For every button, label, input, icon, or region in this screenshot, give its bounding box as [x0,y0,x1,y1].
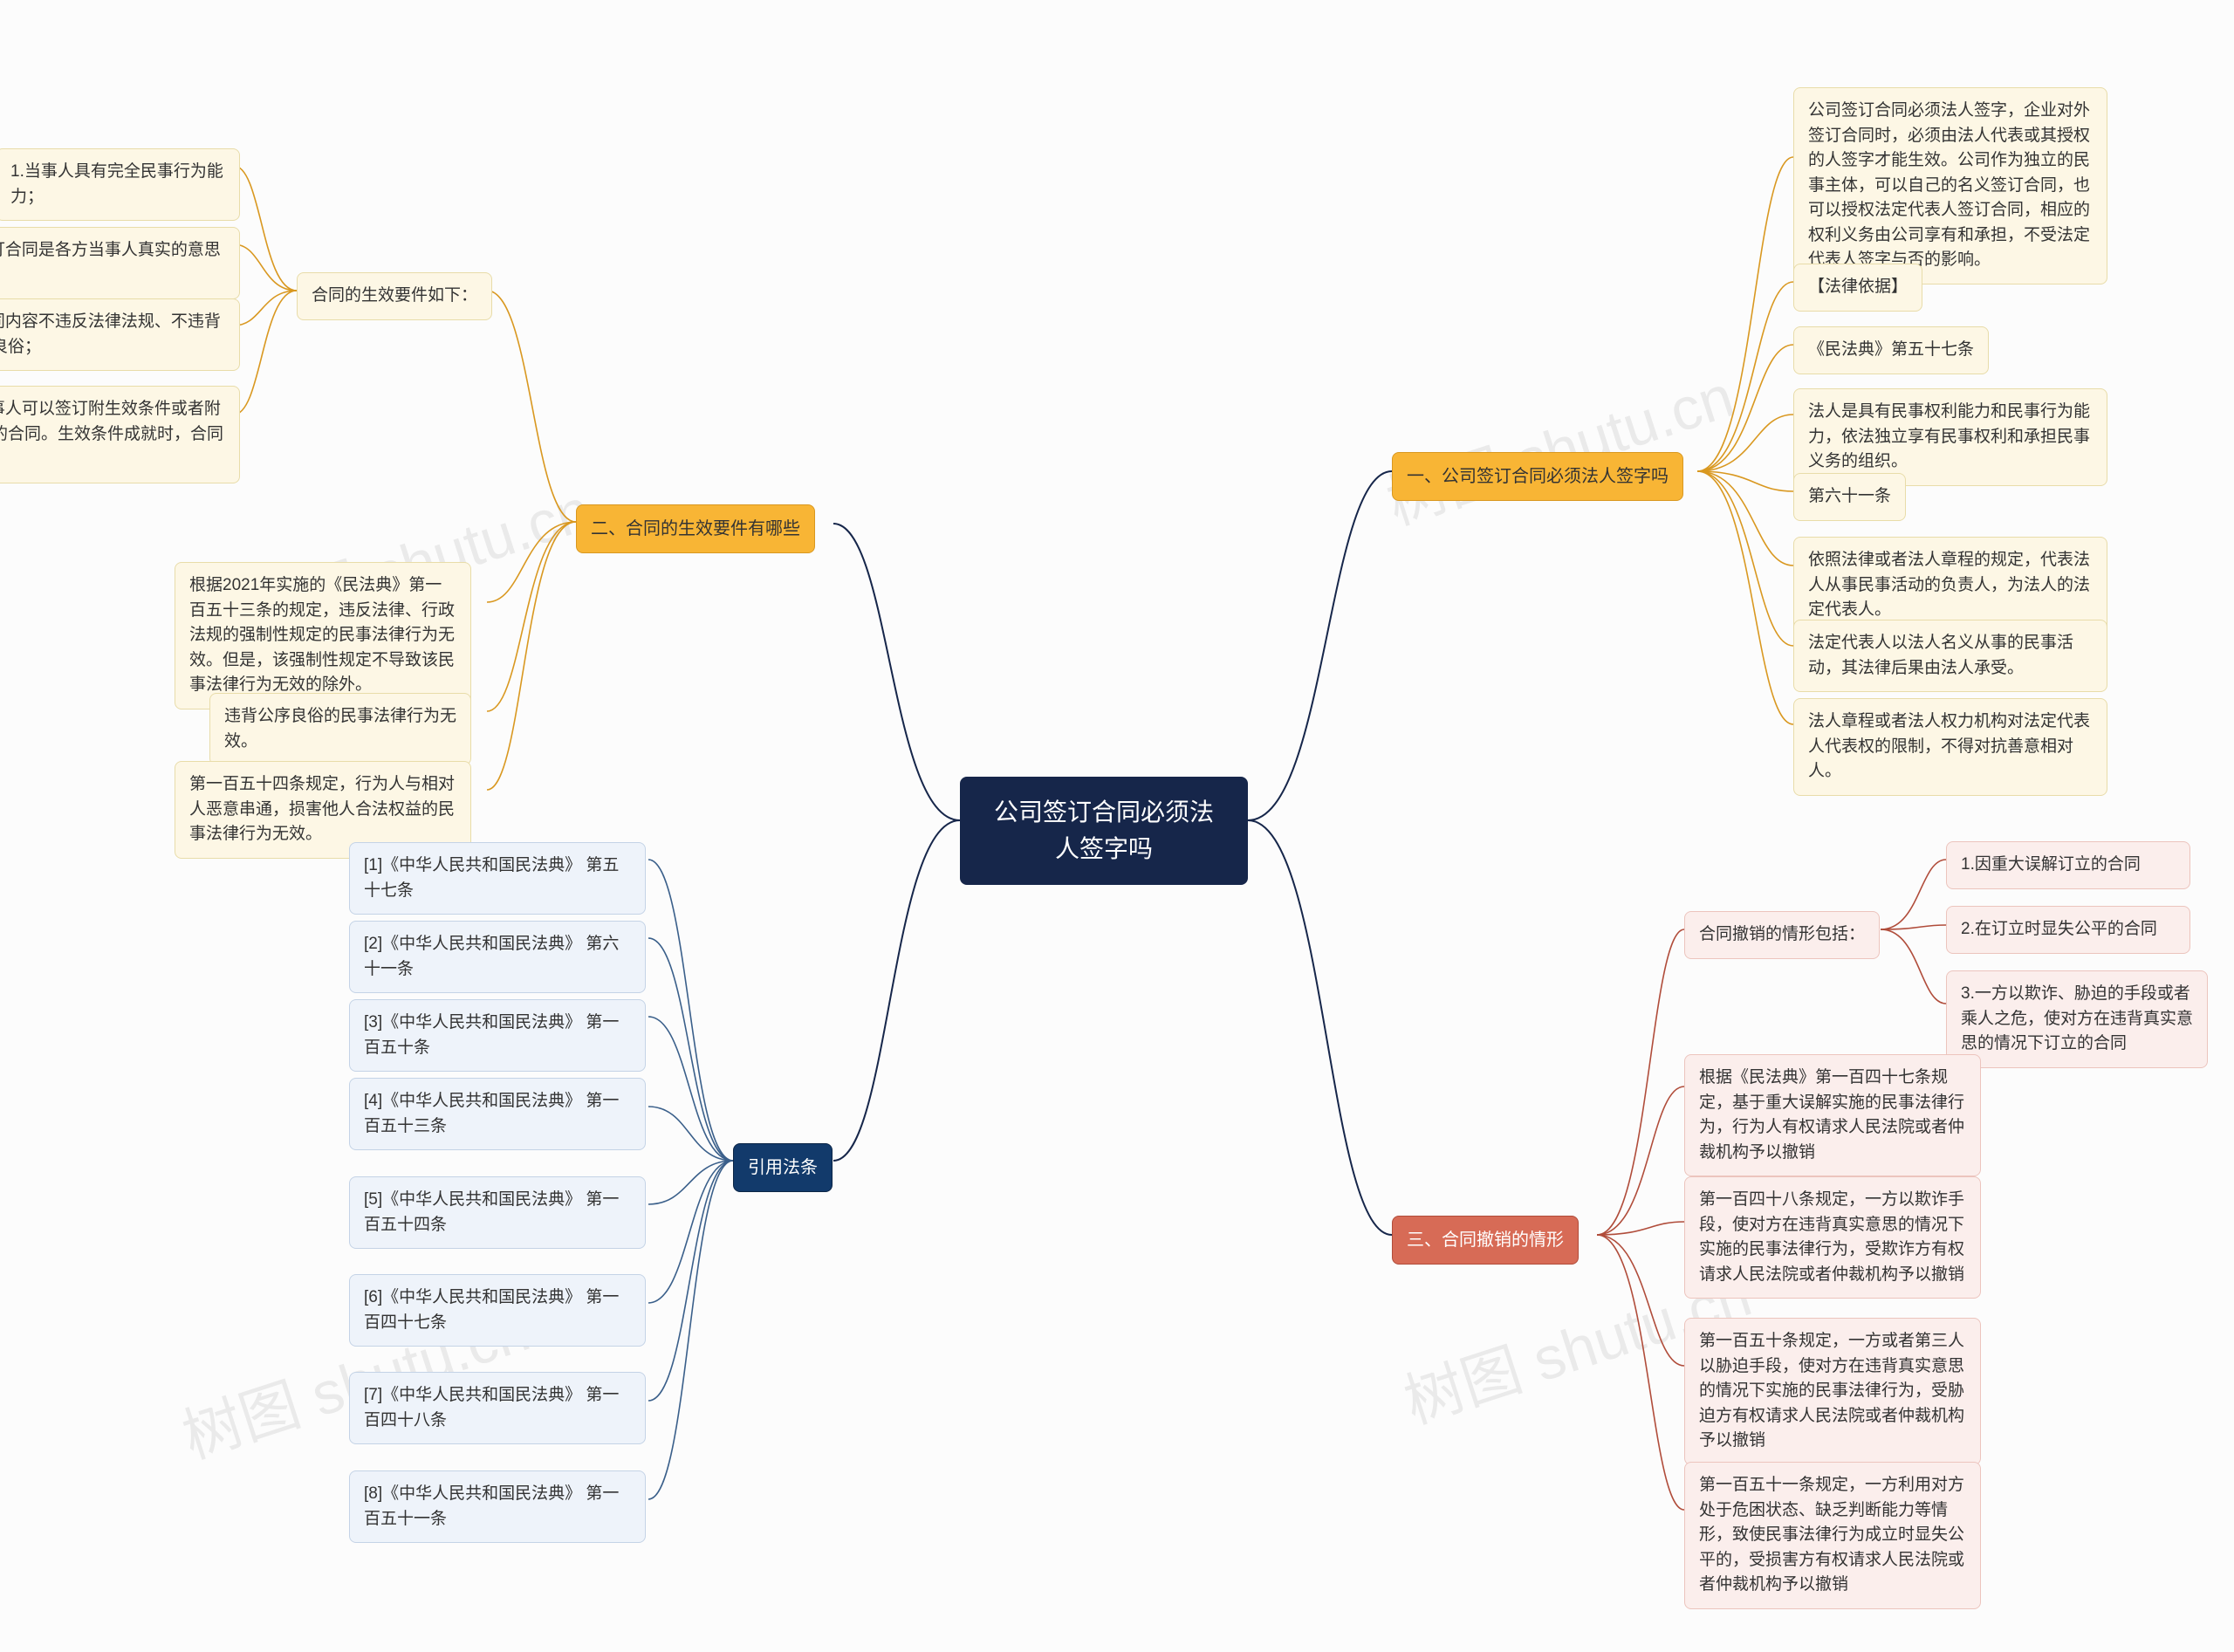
watermark: 树图 shutu.cn [1374,348,1743,541]
text: 第一百四十八条规定，一方以欺诈手段，使对方在违背真实意思的情况下实施的民事法律行… [1699,1190,1964,1284]
branch2[interactable]: 二、合同的生效要件有哪些 [576,504,815,553]
branch2-sub1-item-3[interactable]: 4.当事人可以签订附生效条件或者附期限的合同。生效条件成就时，合同生效。 [0,386,240,483]
text: 根据《民法典》第一百四十七条规定，基于重大误解实施的民事法律行为，行为人有权请求… [1699,1068,1964,1162]
text: 根据2021年实施的《民法典》第一百五十三条的规定，违反法律、行政法规的强制性规… [189,576,455,694]
text: 4.当事人可以签订附生效条件或者附期限的合同。生效条件成就时，合同生效。 [0,400,223,468]
branch4-item-7[interactable]: [8]《中华人民共和国民法典》 第一百五十一条 [349,1470,646,1543]
root-label: 公司签订合同必须法人签字吗 [994,799,1214,862]
text: 1.当事人具有完全民事行为能力； [10,162,223,206]
branch4-item-6[interactable]: [7]《中华人民共和国民法典》 第一百四十八条 [349,1372,646,1444]
text: 违背公序良俗的民事法律行为无效。 [224,707,456,751]
branch3-sub1-item-1[interactable]: 2.在订立时显失公平的合同 [1946,906,2190,954]
branch4-label: 引用法条 [748,1158,818,1177]
text: [8]《中华人民共和国民法典》 第一百五十一条 [364,1484,619,1528]
branch4-item-0[interactable]: [1]《中华人民共和国民法典》 第五十七条 [349,842,646,915]
text: 第一百五十一条规定，一方利用对方处于危困状态、缺乏判断能力等情形，致使民事法律行… [1699,1476,1964,1594]
text: [2]《中华人民共和国民法典》 第六十一条 [364,935,619,978]
branch4[interactable]: 引用法条 [733,1143,833,1192]
branch2-item2-1[interactable]: 违背公序良俗的民事法律行为无效。 [209,693,471,765]
branch4-item-1[interactable]: [2]《中华人民共和国民法典》 第六十一条 [349,921,646,993]
text: 第一百五十四条规定，行为人与相对人恶意串通，损害他人合法权益的民事法律行为无效。 [189,775,455,843]
text: 《民法典》第五十七条 [1808,340,1974,359]
text: 第一百五十条规定，一方或者第三人以胁迫手段，使对方在违背真实意思的情况下实施的民… [1699,1332,1964,1450]
branch1-item-7[interactable]: 法人章程或者法人权力机构对法定代表人代表权的限制，不得对抗善意相对人。 [1793,698,2107,796]
text: 2.在订立时显失公平的合同 [1961,920,2157,938]
text: 依照法律或者法人章程的规定，代表法人从事民事活动的负责人，为法人的法定代表人。 [1808,551,2090,619]
text: 合同撤销的情形包括： [1699,925,1865,943]
branch3-label: 三、合同撤销的情形 [1407,1230,1564,1250]
branch3-sub1-item-0[interactable]: 1.因重大误解订立的合同 [1946,841,2190,889]
branch3-item2-2[interactable]: 第一百五十条规定，一方或者第三人以胁迫手段，使对方在违背真实意思的情况下实施的民… [1684,1318,1981,1465]
branch2-sub1[interactable]: 合同的生效要件如下： [297,272,492,320]
text: 法人是具有民事权利能力和民事行为能力，依法独立享有民事权利和承担民事义务的组织。 [1808,402,2090,470]
branch1-item-3[interactable]: 法人是具有民事权利能力和民事行为能力，依法独立享有民事权利和承担民事义务的组织。 [1793,388,2107,486]
branch3-sub1[interactable]: 合同撤销的情形包括： [1684,911,1880,959]
text: 2.签订合同是各方当事人真实的意思表示； [0,241,221,284]
branch1-item-0[interactable]: 公司签订合同必须法人签字，企业对外签订合同时，必须由法人代表或其授权的人签字才能… [1793,87,2107,284]
branch3-item2-1[interactable]: 第一百四十八条规定，一方以欺诈手段，使对方在违背真实意思的情况下实施的民事法律行… [1684,1176,1981,1299]
branch3-item2-0[interactable]: 根据《民法典》第一百四十七条规定，基于重大误解实施的民事法律行为，行为人有权请求… [1684,1054,1981,1176]
branch1-item-1[interactable]: 【法律依据】 [1793,264,1922,312]
branch3-item2-3[interactable]: 第一百五十一条规定，一方利用对方处于危困状态、缺乏判断能力等情形，致使民事法律行… [1684,1462,1981,1609]
text: [6]《中华人民共和国民法典》 第一百四十七条 [364,1288,619,1332]
branch2-sub1-item-1[interactable]: 2.签订合同是各方当事人真实的意思表示； [0,227,240,299]
text: 1.因重大误解订立的合同 [1961,855,2141,874]
branch2-item2-0[interactable]: 根据2021年实施的《民法典》第一百五十三条的规定，违反法律、行政法规的强制性规… [175,562,471,709]
branch2-label: 二、合同的生效要件有哪些 [591,519,800,538]
text: 合同的生效要件如下： [312,286,477,305]
branch1-item-2[interactable]: 《民法典》第五十七条 [1793,326,1989,374]
branch4-item-4[interactable]: [5]《中华人民共和国民法典》 第一百五十四条 [349,1176,646,1249]
text: 法定代表人以法人名义从事的民事活动，其法律后果由法人承受。 [1808,634,2073,677]
text: 公司签订合同必须法人签字，企业对外签订合同时，必须由法人代表或其授权的人签字才能… [1808,101,2090,269]
branch3-sub1-item-2[interactable]: 3.一方以欺诈、胁迫的手段或者乘人之危，使对方在违背真实意思的情况下订立的合同 [1946,970,2208,1068]
branch2-sub1-item-0[interactable]: 1.当事人具有完全民事行为能力； [0,148,240,221]
branch2-sub1-item-2[interactable]: 3.合同内容不违反法律法规、不违背公序良俗； [0,298,240,371]
branch3[interactable]: 三、合同撤销的情形 [1392,1216,1579,1265]
branch1-item-4[interactable]: 第六十一条 [1793,473,1906,521]
branch4-item-2[interactable]: [3]《中华人民共和国民法典》 第一百五十条 [349,999,646,1072]
text: [4]《中华人民共和国民法典》 第一百五十三条 [364,1092,619,1135]
text: 3.合同内容不违反法律法规、不违背公序良俗； [0,312,221,356]
branch1-label: 一、公司签订合同必须法人签字吗 [1407,467,1669,486]
root-node[interactable]: 公司签订合同必须法人签字吗 [960,777,1248,885]
text: 【法律依据】 [1808,278,1908,296]
text: 法人章程或者法人权力机构对法定代表人代表权的限制，不得对抗善意相对人。 [1808,712,2090,780]
text: 3.一方以欺诈、胁迫的手段或者乘人之危，使对方在违背真实意思的情况下订立的合同 [1961,984,2193,1052]
text: [3]《中华人民共和国民法典》 第一百五十条 [364,1013,619,1057]
text: [7]《中华人民共和国民法典》 第一百四十八条 [364,1386,619,1429]
branch1-item-6[interactable]: 法定代表人以法人名义从事的民事活动，其法律后果由法人承受。 [1793,620,2107,692]
text: 第六十一条 [1808,487,1891,505]
branch1[interactable]: 一、公司签订合同必须法人签字吗 [1392,452,1683,501]
text: [5]《中华人民共和国民法典》 第一百五十四条 [364,1190,619,1234]
branch4-item-5[interactable]: [6]《中华人民共和国民法典》 第一百四十七条 [349,1274,646,1347]
text: [1]《中华人民共和国民法典》 第五十七条 [364,856,619,900]
branch4-item-3[interactable]: [4]《中华人民共和国民法典》 第一百五十三条 [349,1078,646,1150]
